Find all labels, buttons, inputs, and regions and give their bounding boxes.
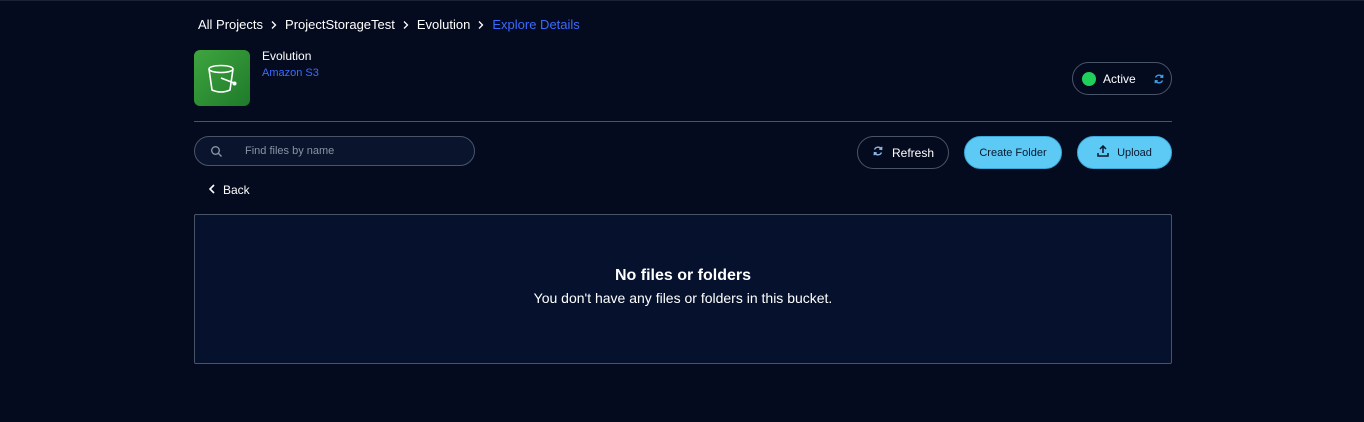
refresh-button[interactable]: Refresh [857, 136, 949, 169]
empty-state-message: You don't have any files or folders in t… [533, 290, 833, 306]
bucket-name: Evolution [262, 49, 312, 63]
refresh-label: Refresh [891, 145, 935, 160]
page: All Projects ProjectStorageTest Evolutio… [0, 0, 1364, 422]
upload-label: Upload [1117, 146, 1152, 159]
breadcrumb: All Projects ProjectStorageTest Evolutio… [198, 17, 580, 32]
empty-state-title: No files or folders [614, 267, 752, 284]
create-folder-button[interactable]: Create Folder [964, 136, 1062, 169]
chevron-right-icon [269, 18, 279, 32]
header-divider [194, 121, 1172, 122]
status-badge[interactable]: Active [1072, 62, 1172, 95]
bucket-icon [194, 50, 250, 106]
back-label: Back [223, 183, 250, 197]
bucket-type: Amazon S3 [262, 67, 319, 79]
refresh-icon [872, 145, 884, 160]
back-button[interactable]: Back [208, 183, 250, 197]
breadcrumb-all-projects[interactable]: All Projects [198, 17, 263, 32]
chevron-right-icon [476, 18, 486, 32]
status-dot-icon [1082, 71, 1096, 86]
sync-icon[interactable] [1153, 73, 1165, 85]
search-box[interactable] [194, 136, 475, 166]
breadcrumb-current: Explore Details [492, 17, 580, 32]
search-icon [210, 145, 223, 158]
breadcrumb-bucket[interactable]: Evolution [417, 17, 470, 32]
status-label: Active [1103, 71, 1136, 86]
upload-icon [1097, 144, 1109, 160]
file-list-panel: No files or folders You don't have any f… [194, 214, 1172, 364]
chevron-left-icon [208, 183, 216, 197]
create-folder-label: Create Folder [979, 146, 1047, 159]
upload-button[interactable]: Upload [1077, 136, 1172, 169]
breadcrumb-project[interactable]: ProjectStorageTest [285, 17, 395, 32]
search-input[interactable] [245, 141, 465, 161]
chevron-right-icon [401, 18, 411, 32]
